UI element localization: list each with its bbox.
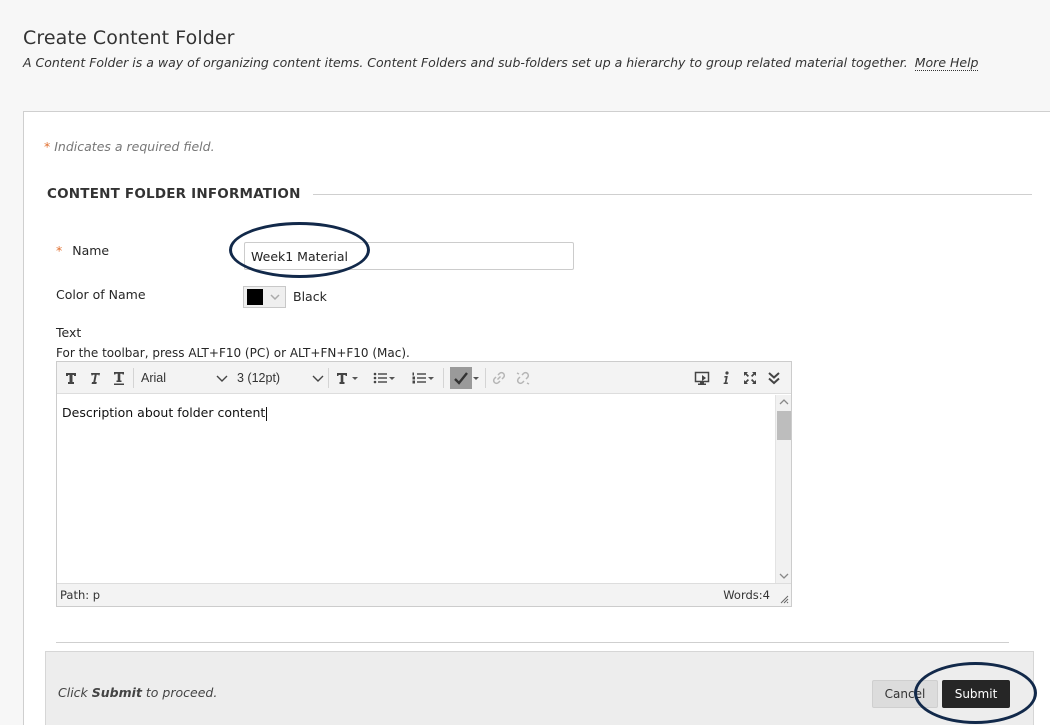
color-of-name-label: Color of Name (56, 287, 146, 302)
underline-icon (114, 372, 124, 385)
bullet-list-button[interactable] (368, 367, 400, 389)
editor-content-text: Description about folder content (62, 405, 266, 420)
preview-button[interactable] (691, 367, 713, 389)
bold-icon (66, 373, 76, 384)
editor-status-bar: Path: p Words:4 (57, 583, 791, 606)
path-value: p (92, 588, 101, 602)
submit-note-prefix: Click (58, 685, 88, 700)
editor-content-area[interactable]: Description about folder content (57, 395, 775, 583)
editor-toolbar: Arial 3 (12pt) (57, 362, 791, 394)
page-description: A Content Folder is a way of organizing … (23, 55, 1033, 71)
spellcheck-icon (450, 367, 472, 389)
name-label: * Name (56, 243, 109, 258)
toolbar-separator (133, 368, 134, 388)
bullet-list-icon (373, 372, 387, 384)
toolbar-separator (328, 368, 329, 388)
fullscreen-icon (744, 372, 756, 384)
bold-button[interactable] (60, 367, 82, 389)
color-value: Black (293, 289, 327, 304)
text-caret (266, 406, 268, 421)
submit-instruction: Click Submit to proceed. (58, 685, 217, 700)
resize-grip-icon[interactable] (779, 594, 789, 604)
word-count: Words:4 (723, 588, 770, 602)
caret-down-icon (389, 377, 395, 380)
double-chevron-down-icon (768, 372, 780, 385)
path-label: Path: (60, 588, 90, 602)
text-format-button[interactable] (331, 367, 363, 389)
name-label-text: Name (72, 243, 110, 258)
editor-path: Path: p (60, 588, 100, 602)
chevron-down-icon (216, 375, 228, 382)
required-note-text: Indicates a required field. (54, 139, 215, 154)
color-swatch (247, 289, 263, 305)
toolbar-hint: For the toolbar, press ALT+F10 (PC) or A… (56, 346, 410, 360)
chevron-down-icon (265, 287, 285, 307)
info-icon (723, 371, 729, 384)
unlink-icon (516, 371, 530, 385)
font-size-select[interactable]: 3 (12pt) (233, 367, 325, 389)
unlink-button[interactable] (512, 367, 534, 389)
content-panel: * Indicates a required field. CONTENT FOL… (23, 111, 1050, 725)
word-count-value: 4 (762, 588, 770, 602)
text-format-icon (337, 373, 347, 384)
spellcheck-button[interactable] (447, 367, 483, 389)
italic-icon (91, 373, 100, 384)
section-divider (312, 193, 1032, 195)
page-header: Create Content Folder A Content Folder i… (23, 27, 1033, 71)
more-help-link[interactable]: More Help (914, 55, 979, 71)
text-label: Text (56, 325, 82, 340)
chevron-down-icon (312, 375, 324, 382)
toolbar-separator (443, 368, 444, 388)
page-description-text: A Content Folder is a way of organizing … (23, 55, 908, 70)
fullscreen-button[interactable] (739, 367, 761, 389)
font-size-value: 3 (12pt) (237, 371, 281, 385)
required-field-note: * Indicates a required field. (44, 139, 215, 154)
editor-scrollbar[interactable] (775, 395, 791, 583)
scroll-thumb[interactable] (777, 411, 791, 440)
name-required-star: * (56, 243, 63, 258)
scroll-up-icon[interactable] (776, 395, 792, 409)
numbered-list-button[interactable] (407, 367, 439, 389)
link-icon (492, 371, 506, 385)
word-count-label: Words: (723, 588, 763, 602)
section-header: CONTENT FOLDER INFORMATION (47, 185, 1032, 203)
submit-button[interactable]: Submit (942, 680, 1010, 708)
page-title: Create Content Folder (23, 27, 235, 49)
scroll-down-icon[interactable] (776, 569, 792, 583)
text-editor: Arial 3 (12pt) Description about folder … (56, 361, 792, 607)
section-title: CONTENT FOLDER INFORMATION (47, 186, 301, 202)
toolbar-separator (485, 368, 486, 388)
font-family-select[interactable]: Arial (137, 367, 229, 389)
color-picker-button[interactable] (243, 286, 286, 308)
numbered-list-icon (412, 372, 426, 384)
caret-down-icon (352, 377, 358, 380)
preview-icon (694, 371, 710, 385)
insert-link-button[interactable] (488, 367, 510, 389)
submit-bar: Click Submit to proceed. Cancel Submit (45, 651, 1034, 725)
submit-note-suffix: to proceed. (145, 685, 218, 700)
caret-down-icon (428, 377, 434, 380)
name-input[interactable] (244, 242, 574, 270)
expand-toolbar-button[interactable] (763, 367, 785, 389)
form-divider (56, 642, 1009, 643)
info-button[interactable] (715, 367, 737, 389)
submit-note-action: Submit (91, 685, 142, 700)
cancel-button[interactable]: Cancel (872, 680, 938, 708)
required-star: * (44, 139, 51, 154)
underline-button[interactable] (108, 367, 130, 389)
font-family-value: Arial (141, 371, 167, 385)
caret-down-icon (473, 377, 479, 380)
italic-button[interactable] (84, 367, 106, 389)
